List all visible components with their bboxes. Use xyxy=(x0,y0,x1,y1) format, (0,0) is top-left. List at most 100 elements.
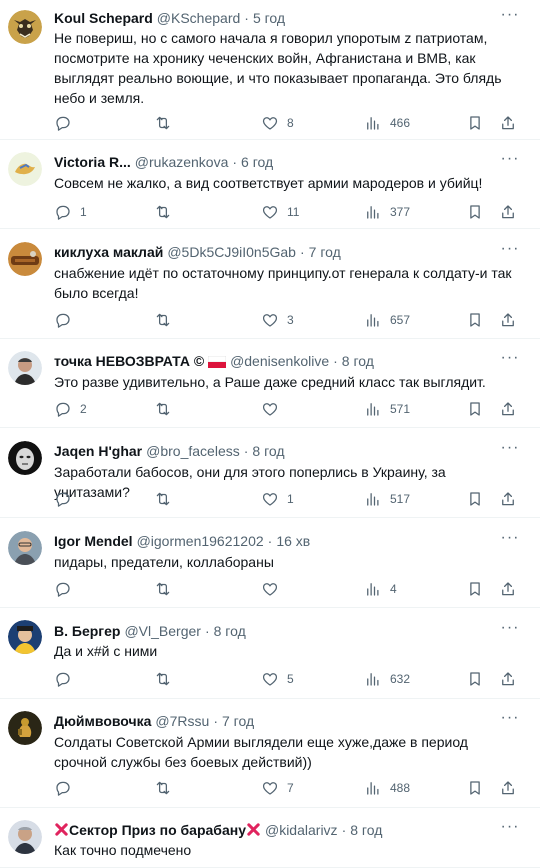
more-dots-icon[interactable]: ··· xyxy=(498,440,522,461)
display-name[interactable]: Дюймвовочка xyxy=(54,713,151,729)
more-dots-icon[interactable]: ··· xyxy=(498,7,522,28)
bookmark-button[interactable] xyxy=(466,309,484,331)
display-name[interactable]: Сектор Приз по барабану xyxy=(69,822,246,838)
more-dots-icon[interactable]: ··· xyxy=(498,241,522,262)
retweet-button[interactable] xyxy=(154,112,180,134)
tweet-8[interactable]: Дюймвовочка @7Rssu · 7 год ··· Солдаты Сове… xyxy=(0,699,540,808)
user-handle[interactable]: @5Dk5CJ9iI0n5Gab xyxy=(167,244,296,260)
tweet-time[interactable]: 8 год xyxy=(342,353,374,369)
reply-button[interactable] xyxy=(54,309,80,331)
share-button[interactable] xyxy=(499,578,517,600)
tweet-time[interactable]: 16 хв xyxy=(276,533,310,549)
more-dots-icon[interactable]: ··· xyxy=(498,620,522,641)
bookmark-button[interactable] xyxy=(466,668,484,690)
avatar[interactable] xyxy=(8,441,42,475)
display-name[interactable]: точка НЕВОЗВРАТА © xyxy=(54,353,204,369)
tweet-9[interactable]: Сектор Приз по барабану @kidalarivz · 8 год… xyxy=(0,808,540,868)
bookmark-button[interactable] xyxy=(466,201,484,223)
like-button[interactable]: 11 xyxy=(261,201,299,223)
tweet-7[interactable]: В. Бергер @Vl_Berger · 8 год ··· Да и х#й с… xyxy=(0,608,540,699)
views-button[interactable]: 632 xyxy=(364,668,410,690)
more-dots-icon[interactable]: ··· xyxy=(498,350,522,371)
reply-button[interactable] xyxy=(54,578,80,600)
reply-button[interactable] xyxy=(54,668,80,690)
retweet-button[interactable] xyxy=(154,398,180,420)
like-button[interactable]: 8 xyxy=(261,112,294,134)
share-button[interactable] xyxy=(499,112,517,134)
tweet-time[interactable]: 8 год xyxy=(252,443,284,459)
tweet-time[interactable]: 8 год xyxy=(214,623,246,639)
views-button[interactable]: 4 xyxy=(364,578,397,600)
bookmark-button[interactable] xyxy=(466,398,484,420)
share-button[interactable] xyxy=(499,309,517,331)
user-handle[interactable]: @Vl_Berger xyxy=(124,623,200,639)
user-handle[interactable]: @KSchepard xyxy=(157,10,240,26)
tweet-3[interactable]: киклуха маклай @5Dk5CJ9iI0n5Gab · 7 год ···… xyxy=(0,229,540,339)
user-handle[interactable]: @7Rssu xyxy=(155,713,209,729)
share-button[interactable] xyxy=(499,201,517,223)
like-button[interactable]: 7 xyxy=(261,777,294,799)
more-dots-icon[interactable]: ··· xyxy=(498,530,522,551)
avatar[interactable] xyxy=(8,620,42,654)
views-button[interactable]: 517 xyxy=(364,488,410,510)
display-name[interactable]: Koul Schepard xyxy=(54,10,153,26)
avatar[interactable] xyxy=(8,531,42,565)
tweet-time[interactable]: 6 год xyxy=(241,154,273,170)
bookmark-button[interactable] xyxy=(466,488,484,510)
display-name[interactable]: Victoria R... xyxy=(54,154,131,170)
user-handle[interactable]: @denisenkolive xyxy=(230,353,329,369)
avatar[interactable] xyxy=(8,711,42,745)
tweet-time[interactable]: 8 год xyxy=(350,822,382,838)
display-name[interactable]: Jaqen H'ghar xyxy=(54,443,142,459)
display-name[interactable]: Igor Mendel xyxy=(54,533,133,549)
views-button[interactable]: 488 xyxy=(364,777,410,799)
user-handle[interactable]: @igormen19621202 xyxy=(137,533,264,549)
more-dots-icon[interactable]: ··· xyxy=(498,819,522,840)
share-button[interactable] xyxy=(499,398,517,420)
reply-button[interactable] xyxy=(54,112,80,134)
views-button[interactable]: 377 xyxy=(364,201,410,223)
tweet-time[interactable]: 5 год xyxy=(253,10,285,26)
avatar[interactable] xyxy=(8,351,42,385)
like-button[interactable]: 5 xyxy=(261,668,294,690)
bookmark-button[interactable] xyxy=(466,112,484,134)
share-button[interactable] xyxy=(499,488,517,510)
more-dots-icon[interactable]: ··· xyxy=(498,151,522,172)
avatar[interactable] xyxy=(8,242,42,276)
tweet-1[interactable]: Koul Schepard @KSchepard · 5 год ··· Не пов… xyxy=(0,0,540,140)
views-button[interactable]: 571 xyxy=(364,398,410,420)
tweet-6[interactable]: Igor Mendel @igormen19621202 · 16 хв ··· пи… xyxy=(0,518,540,608)
user-handle[interactable]: @kidalarivz xyxy=(265,822,338,838)
avatar[interactable] xyxy=(8,152,42,186)
retweet-button[interactable] xyxy=(154,488,180,510)
bookmark-button[interactable] xyxy=(466,777,484,799)
share-button[interactable] xyxy=(499,777,517,799)
retweet-button[interactable] xyxy=(154,309,180,331)
share-button[interactable] xyxy=(499,668,517,690)
display-name[interactable]: В. Бергер xyxy=(54,623,120,639)
like-button[interactable]: 3 xyxy=(261,309,294,331)
retweet-button[interactable] xyxy=(154,777,180,799)
retweet-button[interactable] xyxy=(154,201,180,223)
reply-button[interactable]: 1 xyxy=(54,201,87,223)
views-button[interactable]: 466 xyxy=(364,112,410,134)
user-handle[interactable]: @bro_faceless xyxy=(146,443,240,459)
tweet-2[interactable]: Victoria R... @rukazenkova · 6 год ··· Совс… xyxy=(0,140,540,229)
like-button[interactable] xyxy=(261,398,287,420)
retweet-button[interactable] xyxy=(154,668,180,690)
retweet-button[interactable] xyxy=(154,578,180,600)
reply-button[interactable] xyxy=(54,488,80,510)
more-dots-icon[interactable]: ··· xyxy=(498,710,522,731)
display-name[interactable]: киклуха маклай xyxy=(54,244,163,260)
tweet-time[interactable]: 7 год xyxy=(222,713,254,729)
tweet-5[interactable]: Jaqen H'ghar @bro_faceless · 8 год ··· Зара… xyxy=(0,428,540,518)
user-handle[interactable]: @rukazenkova xyxy=(135,154,229,170)
tweet-4[interactable]: точка НЕВОЗВРАТА © @denisenkolive · 8 год … xyxy=(0,339,540,428)
like-button[interactable] xyxy=(261,578,287,600)
avatar[interactable] xyxy=(8,820,42,854)
reply-button[interactable] xyxy=(54,777,80,799)
avatar[interactable] xyxy=(8,10,42,44)
like-button[interactable]: 1 xyxy=(261,488,294,510)
views-button[interactable]: 657 xyxy=(364,309,410,331)
bookmark-button[interactable] xyxy=(466,578,484,600)
